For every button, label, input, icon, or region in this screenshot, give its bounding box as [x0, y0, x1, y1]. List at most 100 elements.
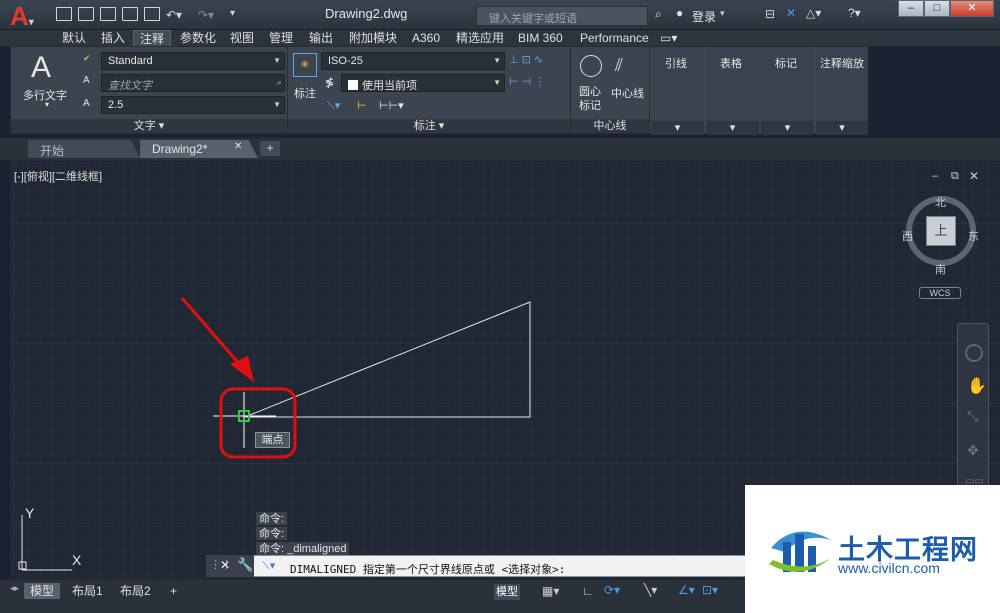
- ribbon-minimize-icon[interactable]: ▭▾: [654, 30, 683, 46]
- compass-west[interactable]: 西: [902, 228, 913, 244]
- leader-label: 引线: [665, 58, 687, 70]
- command-history-line: 命令:: [256, 527, 288, 540]
- collapsed-panel-markup[interactable]: 标记 ▾: [761, 47, 814, 135]
- layout-tab-model[interactable]: 模型: [24, 583, 61, 599]
- text-style-combo[interactable]: Standard ▼: [101, 52, 285, 70]
- object-snap-icon[interactable]: ⊡▾: [702, 583, 718, 597]
- application-menu-button[interactable]: A▾: [10, 3, 46, 29]
- tab-featured-apps[interactable]: 精选应用: [450, 30, 510, 46]
- close-tab-icon[interactable]: ✕: [234, 141, 242, 152]
- quick-dimension-icon[interactable]: ⟍▾: [327, 99, 340, 113]
- ortho-icon[interactable]: ∟: [582, 584, 594, 598]
- tab-insert[interactable]: 插入: [95, 30, 131, 46]
- annotation-scaling-label: 注释缩放: [820, 58, 864, 70]
- dim-break-icon[interactable]: ⊥ ⊡ ∿: [509, 53, 543, 66]
- tab-addins[interactable]: 附加模块: [343, 30, 403, 46]
- collapsed-panel-leader[interactable]: 引线 ▾: [651, 47, 704, 135]
- a360-icon[interactable]: △▾: [806, 6, 821, 20]
- dim-adjust-icon[interactable]: ⊢ ⊣ ⋮: [509, 75, 545, 88]
- layout-tab-layout2[interactable]: 布局2: [114, 583, 157, 599]
- find-text-input[interactable]: 查找文字 ⌕: [101, 74, 285, 92]
- center-mark-icon[interactable]: [580, 55, 602, 77]
- orbit-icon[interactable]: ✥: [967, 442, 979, 459]
- continue-dimension-icon[interactable]: ⊢: [357, 99, 367, 112]
- layout-tab-layout1[interactable]: 布局1: [66, 583, 109, 599]
- save-as-icon[interactable]: [122, 7, 138, 21]
- tab-manage[interactable]: 管理: [263, 30, 299, 46]
- text-panel-title[interactable]: 文字 ▾: [11, 119, 287, 133]
- tab-bim360[interactable]: BIM 360: [512, 30, 569, 46]
- viewport-controls[interactable]: [-][俯视][二维线框]: [14, 168, 102, 184]
- tab-parametric[interactable]: 参数化: [174, 30, 222, 46]
- text-height-combo[interactable]: 2.5 ▼: [101, 96, 285, 114]
- dimension-panel-title[interactable]: 标注 ▾: [288, 119, 570, 133]
- command-icon[interactable]: ⟍▾: [262, 559, 275, 573]
- tab-start[interactable]: 开始: [28, 140, 140, 158]
- grid-icon[interactable]: ▦▾: [542, 584, 559, 598]
- viewcube-top-face[interactable]: 上: [926, 216, 956, 246]
- tab-default[interactable]: 默认: [56, 30, 92, 46]
- centerline-icon[interactable]: ⫽: [615, 55, 623, 76]
- tab-output[interactable]: 输出: [303, 30, 339, 46]
- login-dropdown-icon[interactable]: ▾: [720, 8, 725, 19]
- dimension-label[interactable]: 标注: [294, 85, 316, 101]
- tab-view[interactable]: 视图: [224, 30, 260, 46]
- binoculars-icon[interactable]: ⌕: [655, 7, 662, 22]
- open-file-icon[interactable]: [78, 7, 94, 21]
- centerline-panel-title[interactable]: 中心线: [571, 119, 649, 133]
- login-link[interactable]: 登录: [692, 8, 716, 25]
- new-tab-icon[interactable]: +: [260, 141, 280, 156]
- wcs-menu[interactable]: WCS: [919, 287, 961, 299]
- multiline-text-icon[interactable]: A: [31, 51, 51, 85]
- tab-annotate[interactable]: 注释: [133, 30, 172, 46]
- help-icon[interactable]: ?▾: [848, 6, 861, 20]
- layout-scroll-icon[interactable]: ◂▸: [10, 583, 20, 599]
- spellcheck-icon[interactable]: ✔: [83, 53, 91, 64]
- dimension-icon[interactable]: ✳: [293, 53, 317, 77]
- redo-icon[interactable]: ↷▾: [198, 8, 214, 22]
- command-prompt-text: DIMALIGNED 指定第一个尺寸界线原点或 <选择对象>:: [290, 563, 566, 576]
- new-file-icon[interactable]: [56, 7, 72, 21]
- undo-icon[interactable]: ↶▾: [166, 8, 182, 22]
- collapsed-panel-annotation-scaling[interactable]: 注释缩放 ▾: [816, 47, 868, 135]
- search-input[interactable]: 键入关键字或短语: [476, 6, 648, 26]
- close-button[interactable]: ✕: [950, 0, 994, 17]
- isodraft-icon[interactable]: ╲▾: [644, 583, 657, 597]
- zoom-icon[interactable]: ⤡: [967, 408, 978, 425]
- viewport-window-controls[interactable]: –: [932, 170, 938, 182]
- multiline-text-dropdown-icon[interactable]: ▾: [45, 100, 49, 109]
- document-title: Drawing2.dwg: [325, 6, 408, 21]
- tab-drawing2[interactable]: Drawing2* ✕: [140, 140, 258, 158]
- tab-performance[interactable]: Performance: [574, 30, 655, 46]
- collapsed-panel-table[interactable]: 表格 ▾: [706, 47, 759, 135]
- ribbon: A 多行文字 ▾ ✔ Standard ▼ A 查找文字 ⌕ A 2.5 ▼ 文字 ▾…: [10, 46, 868, 135]
- viewport-close-icon[interactable]: ✕: [969, 169, 979, 183]
- maximize-button[interactable]: □: [924, 0, 950, 17]
- cart-icon[interactable]: ⊟: [765, 7, 775, 21]
- add-layout-icon[interactable]: +: [164, 583, 183, 599]
- compass-north[interactable]: 北: [935, 194, 946, 210]
- dim-style-combo[interactable]: ISO-25 ▼: [321, 52, 505, 70]
- save-icon[interactable]: [100, 7, 116, 21]
- steering-wheel-icon[interactable]: [965, 344, 983, 362]
- viewport-restore-icon[interactable]: ⧉: [951, 170, 959, 183]
- osnap-tracking-icon[interactable]: ∠▾: [678, 583, 695, 597]
- minimize-button[interactable]: –: [898, 0, 924, 17]
- customize-toolbar-icon[interactable]: ▾: [230, 8, 235, 19]
- polar-icon[interactable]: ⟳▾: [604, 583, 620, 597]
- command-history-line: 命令: _dimaligned: [256, 542, 350, 555]
- dim-layer-combo[interactable]: 使用当前项 ▼: [341, 74, 505, 92]
- model-space-button[interactable]: 模型: [494, 584, 520, 600]
- user-icon[interactable]: ●: [676, 6, 683, 20]
- compass-south[interactable]: 南: [935, 261, 946, 277]
- centerline-label[interactable]: 中心线: [611, 85, 644, 101]
- close-command-line-icon[interactable]: ✕: [220, 558, 230, 572]
- exchange-icon[interactable]: ✕: [786, 6, 796, 20]
- print-icon[interactable]: [144, 7, 160, 21]
- baseline-dimension-icon[interactable]: ⊢⊢▾: [379, 99, 404, 112]
- customize-wrench-icon[interactable]: 🔧: [237, 557, 253, 573]
- compass-east[interactable]: 东: [968, 228, 979, 244]
- center-mark-label[interactable]: 圆心 标记: [579, 85, 601, 113]
- tab-a360[interactable]: A360: [406, 30, 446, 46]
- pan-icon[interactable]: ✋: [967, 376, 987, 396]
